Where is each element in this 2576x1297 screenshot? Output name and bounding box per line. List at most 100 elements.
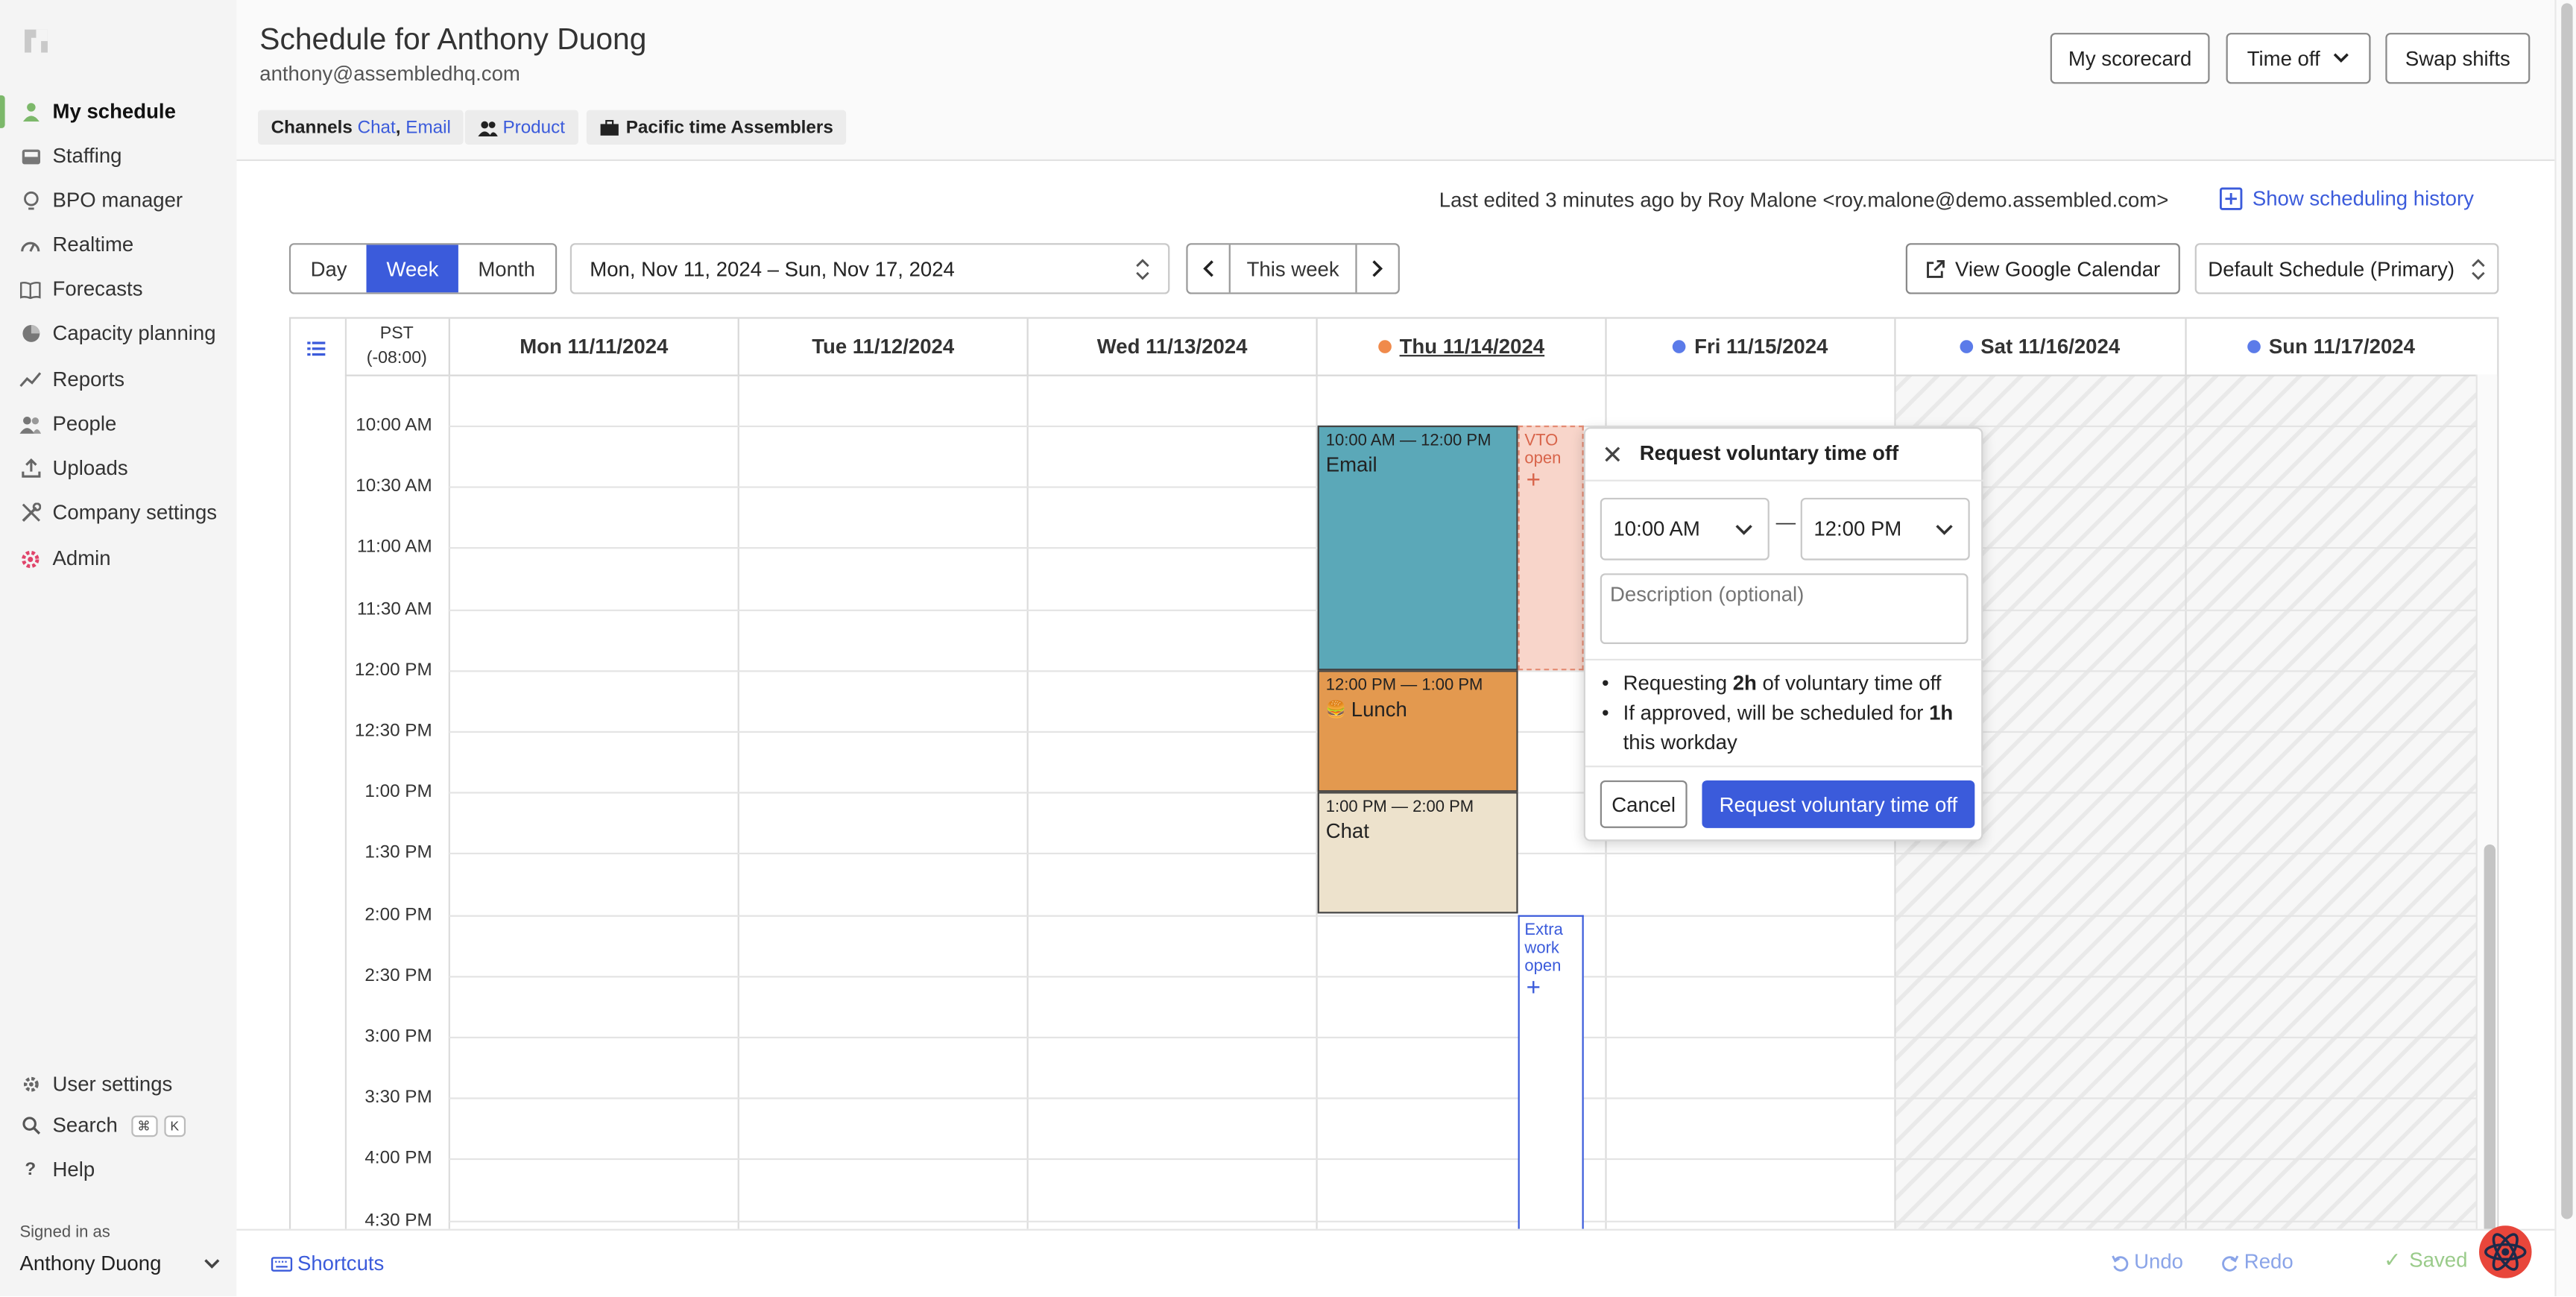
- redo-label: Redo: [2244, 1250, 2294, 1274]
- undo-button[interactable]: Undo: [2111, 1250, 2183, 1273]
- kbd-cmd: ⌘: [130, 1114, 157, 1137]
- shift-event-lunch[interactable]: 12:00 PM — 1:00 PM 🍔 Lunch: [1317, 670, 1518, 792]
- next-week-button[interactable]: [1355, 244, 1398, 293]
- hour-gridline: [448, 1158, 2476, 1161]
- sidebar-item-user-settings[interactable]: User settings: [0, 1064, 236, 1104]
- shift-event-email[interactable]: 10:00 AM — 12:00 PM Email: [1317, 425, 1518, 671]
- day-header[interactable]: Wed 11/13/2024: [1026, 318, 1316, 375]
- extra-work-open-slot[interactable]: Extra work open +: [1518, 915, 1584, 1236]
- sidebar-item-bpo-manager[interactable]: BPO manager: [0, 180, 236, 220]
- cancel-label: Cancel: [1611, 792, 1676, 816]
- show-history-link[interactable]: Show scheduling history: [2219, 187, 2474, 211]
- request-vto-button[interactable]: Request voluntary time off: [1702, 780, 1975, 828]
- view-switcher: Day Week Month: [288, 243, 557, 294]
- time-off-button[interactable]: Time off: [2226, 33, 2371, 84]
- google-calendar-label: View Google Calendar: [1955, 256, 2161, 280]
- redo-button[interactable]: Redo: [2221, 1250, 2294, 1273]
- prev-week-button[interactable]: [1188, 244, 1231, 293]
- tab-month[interactable]: Month: [458, 244, 555, 293]
- redo-icon: [2222, 1255, 2239, 1271]
- cancel-button[interactable]: Cancel: [1600, 780, 1688, 828]
- calendar-scrollbar-thumb[interactable]: [2484, 844, 2496, 1236]
- summary-text: of voluntary time off: [1756, 672, 1942, 695]
- end-time-select[interactable]: 12:00 PM: [1800, 497, 1970, 561]
- sidebar-item-staffing[interactable]: Staffing: [0, 136, 236, 176]
- sidebar-item-company-settings[interactable]: Company settings: [0, 493, 236, 532]
- sidebar-item-my-schedule[interactable]: My schedule: [0, 92, 236, 131]
- hour-gridline: [448, 915, 2476, 917]
- summary-text: this workday: [1623, 730, 1737, 754]
- day-column-divider: [2185, 374, 2187, 1236]
- briefcase-icon: [600, 119, 619, 135]
- page-scrollbar-track[interactable]: [2554, 0, 2576, 1297]
- close-icon[interactable]: [1603, 445, 1621, 463]
- search-icon: [19, 1114, 41, 1136]
- sidebar-item-people[interactable]: People: [0, 404, 236, 444]
- channel-link-chat[interactable]: Chat: [358, 118, 396, 137]
- sidebar-item-forecasts[interactable]: Forecasts: [0, 269, 236, 309]
- sidebar-item-search[interactable]: Search ⌘ K: [0, 1105, 236, 1145]
- tab-week[interactable]: Week: [367, 244, 458, 293]
- hour-gridline: [448, 1036, 2476, 1038]
- shortcuts-link[interactable]: Shortcuts: [271, 1252, 384, 1275]
- event-name: Email: [1325, 453, 1377, 477]
- list-view-icon[interactable]: [307, 335, 326, 365]
- day-status-dot: [1959, 340, 1973, 353]
- sidebar-item-capacity-planning[interactable]: Capacity planning: [0, 314, 236, 353]
- swap-shifts-button[interactable]: Swap shifts: [2385, 33, 2531, 84]
- channels-tag: Channels Chat, Email: [258, 110, 464, 145]
- plus-square-icon: [2219, 187, 2243, 210]
- event-time: 1:00 PM — 2:00 PM: [1325, 798, 1474, 817]
- channels-label: Channels: [271, 117, 353, 138]
- time-label: 12:30 PM: [354, 721, 432, 742]
- sidebar-item-label: Forecasts: [52, 277, 143, 301]
- view-google-calendar-button[interactable]: View Google Calendar: [1905, 243, 2180, 294]
- channel-link-email[interactable]: Email: [405, 118, 451, 137]
- sidebar-item-label: Realtime: [52, 233, 134, 256]
- shift-event-chat[interactable]: 1:00 PM — 2:00 PM Chat: [1317, 792, 1518, 914]
- hour-gridline: [448, 1220, 2476, 1222]
- sidebar-item-admin[interactable]: Admin: [0, 539, 236, 578]
- sidebar-item-label: Admin: [52, 546, 111, 570]
- divider: [1585, 766, 1985, 768]
- day-header[interactable]: Sat 11/16/2024: [1894, 318, 2183, 375]
- sidebar-item-realtime[interactable]: Realtime: [0, 225, 236, 265]
- day-header[interactable]: Tue 11/12/2024: [737, 318, 1027, 375]
- time-label: 2:30 PM: [364, 966, 432, 986]
- show-history-label: Show scheduling history: [2252, 187, 2474, 211]
- time-label: 1:30 PM: [364, 842, 432, 863]
- day-header[interactable]: Thu 11/14/2024: [1316, 318, 1605, 375]
- gear-red-icon: [19, 548, 41, 569]
- start-time-select[interactable]: 10:00 AM: [1600, 497, 1770, 561]
- sidebar-item-help[interactable]: ? Help: [0, 1150, 236, 1190]
- day-column-divider: [737, 374, 739, 1236]
- sidebar-item-reports[interactable]: Reports: [0, 360, 236, 400]
- page-scrollbar-thumb[interactable]: [2561, 3, 2573, 1219]
- day-header[interactable]: Sun 11/17/2024: [2185, 318, 2475, 375]
- my-scorecard-button[interactable]: My scorecard: [2050, 33, 2210, 84]
- updown-icon: [1136, 258, 1149, 280]
- timezone-label: PST (-08:00): [345, 322, 449, 371]
- kbd-k: K: [163, 1114, 186, 1137]
- sidebar-item-uploads[interactable]: Uploads: [0, 449, 236, 488]
- user-menu[interactable]: Anthony Duong: [19, 1252, 220, 1275]
- calendar-scrollbar-track[interactable]: [2475, 374, 2498, 1236]
- date-range-select[interactable]: Mon, Nov 11, 2024 – Sun, Nov 17, 2024: [569, 243, 1170, 294]
- react-devtools-icon[interactable]: [2476, 1222, 2535, 1281]
- this-week-button[interactable]: This week: [1231, 244, 1356, 292]
- day-header[interactable]: Mon 11/11/2024: [448, 318, 738, 375]
- vto-open-slot[interactable]: VTO open +: [1518, 425, 1584, 671]
- day-label: Thu 11/14/2024: [1399, 335, 1545, 359]
- time-label: 11:30 AM: [357, 599, 432, 619]
- sidebar-item-label: Reports: [52, 367, 125, 391]
- bullet: •: [1601, 672, 1609, 695]
- trend-icon: [19, 369, 42, 391]
- day-header[interactable]: Fri 11/15/2024: [1605, 318, 1894, 375]
- vto-summary: • Requesting 2h of voluntary time off • …: [1602, 669, 1977, 757]
- team-link-product[interactable]: Product: [502, 118, 565, 137]
- tab-day[interactable]: Day: [291, 244, 367, 293]
- chevron-left-icon: [1203, 260, 1213, 277]
- description-field[interactable]: [1600, 573, 1969, 645]
- tz-abbrev: PST: [379, 324, 414, 344]
- schedule-select[interactable]: Default Schedule (Primary): [2194, 243, 2499, 294]
